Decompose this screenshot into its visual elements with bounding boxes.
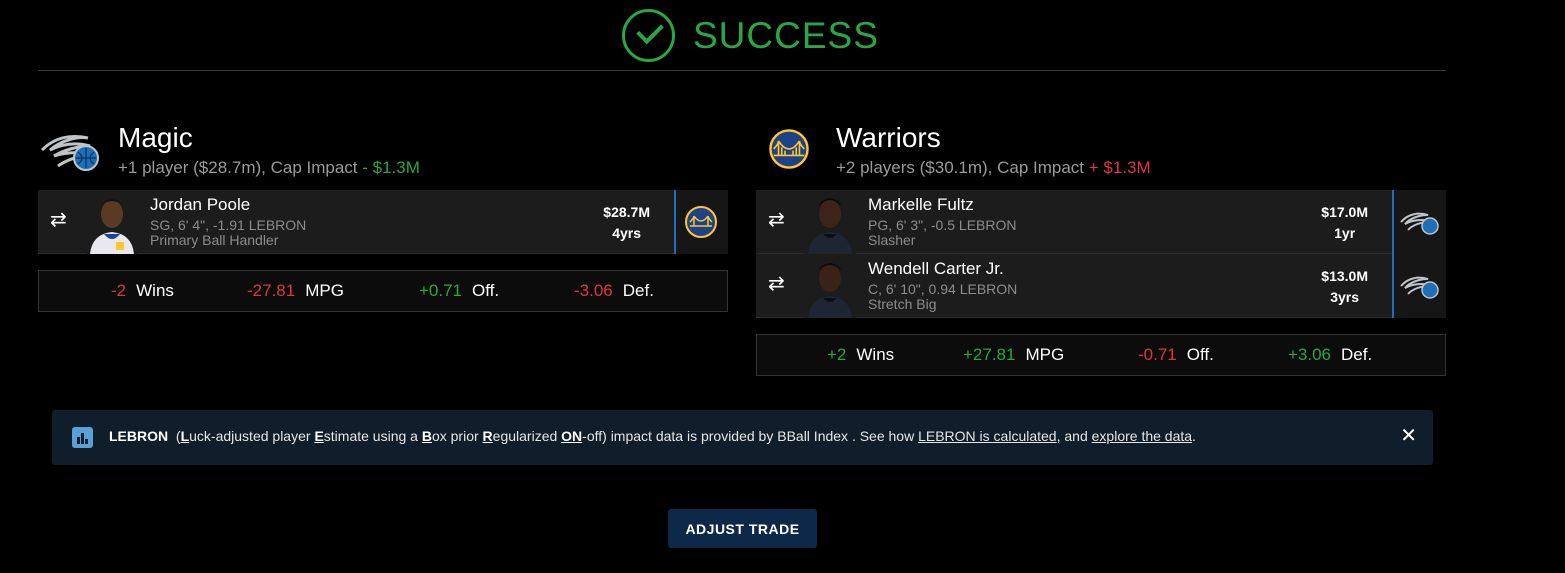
impact-def: -3.06 Def. xyxy=(574,281,654,300)
cap-impact: - $1.3M xyxy=(362,158,420,177)
warriors-logo-icon xyxy=(769,129,809,169)
status-text: SUCCESS xyxy=(693,14,879,56)
team-summary: +1 player ($28.7m), Cap Impact - $1.3M xyxy=(118,158,420,177)
destination-team xyxy=(1392,254,1446,318)
team-summary: +2 players ($30.1m), Cap Impact + $1.3M xyxy=(836,158,1151,177)
team-header: Magic +1 player ($28.7m), Cap Impact - $… xyxy=(38,120,728,190)
swap-icon[interactable]: ⇄ xyxy=(768,208,792,232)
swap-icon[interactable]: ⇄ xyxy=(50,208,74,232)
banner-text: LEBRON (Luck-adjusted player Estimate us… xyxy=(109,428,1196,444)
player-photo xyxy=(804,256,856,318)
adjust-trade-button[interactable]: ADJUST TRADE xyxy=(668,509,817,548)
team-name: Magic xyxy=(118,122,193,153)
player-position-line: PG, 6' 3", -0.5 LEBRON xyxy=(868,217,1017,233)
player-position-line: C, 6' 10", 0.94 LEBRON xyxy=(868,281,1018,297)
chart-icon xyxy=(72,427,93,448)
destination-team xyxy=(1392,190,1446,254)
player-role: Slasher xyxy=(868,232,916,248)
impact-mpg: -27.81 MPG xyxy=(247,281,344,300)
team-card-magic: Magic +1 player ($28.7m), Cap Impact - $… xyxy=(38,120,728,312)
check-circle-icon xyxy=(622,9,675,62)
cap-impact: + $1.3M xyxy=(1088,158,1151,177)
close-icon[interactable]: ✕ xyxy=(1400,426,1417,446)
player-position-line: SG, 6' 4", -1.91 LEBRON xyxy=(150,217,307,233)
player-row[interactable]: ⇄ Wendell Carter Jr. C, 6' 10", 0.94 LEB… xyxy=(756,254,1446,318)
explore-data-link[interactable]: explore the data xyxy=(1092,428,1192,444)
lebron-info-banner: LEBRON (Luck-adjusted player Estimate us… xyxy=(52,410,1433,465)
impact-wins: -2 Wins xyxy=(111,281,174,300)
impact-def: +3.06 Def. xyxy=(1288,345,1373,364)
player-row[interactable]: ⇄ Jordan Poole SG, 6' 4", -1.91 LEBRON P… xyxy=(38,190,728,254)
player-name[interactable]: Jordan Poole xyxy=(150,195,250,215)
magic-logo-icon xyxy=(1400,212,1439,235)
team-card-warriors: Warriors +2 players ($30.1m), Cap Impact… xyxy=(756,120,1446,376)
player-photo xyxy=(86,192,138,254)
impact-bar: +2 Wins +27.81 MPG -0.71 Off. +3.06 Def. xyxy=(756,334,1446,376)
destination-team xyxy=(674,190,728,254)
player-role: Stretch Big xyxy=(868,296,937,312)
impact-wins: +2 Wins xyxy=(827,345,895,364)
magic-logo-icon xyxy=(40,135,99,171)
impact-mpg: +27.81 MPG xyxy=(963,345,1065,364)
player-role: Primary Ball Handler xyxy=(150,232,279,248)
lebron-calculated-link[interactable]: LEBRON is calculated xyxy=(918,428,1057,444)
magic-logo-icon xyxy=(1400,276,1439,299)
warriors-logo-icon xyxy=(685,206,717,238)
team-header: Warriors +2 players ($30.1m), Cap Impact… xyxy=(756,120,1446,190)
impact-off: -0.71 Off. xyxy=(1138,345,1214,364)
swap-icon[interactable]: ⇄ xyxy=(768,272,792,296)
player-photo xyxy=(804,192,856,254)
status-header: SUCCESS xyxy=(622,9,879,62)
player-salary: $17.0M 1yr xyxy=(1321,204,1368,241)
divider xyxy=(38,70,1446,71)
impact-off: +0.71 Off. xyxy=(419,281,500,300)
player-name[interactable]: Markelle Fultz xyxy=(868,195,974,215)
player-salary: $13.0M 3yrs xyxy=(1321,268,1368,305)
team-name: Warriors xyxy=(836,122,941,153)
player-row[interactable]: ⇄ Markelle Fultz PG, 6' 3", -0.5 LEBRON … xyxy=(756,190,1446,254)
player-name[interactable]: Wendell Carter Jr. xyxy=(868,259,1004,279)
player-salary: $28.7M 4yrs xyxy=(603,204,650,241)
impact-bar: -2 Wins -27.81 MPG +0.71 Off. -3.06 Def. xyxy=(38,270,728,312)
